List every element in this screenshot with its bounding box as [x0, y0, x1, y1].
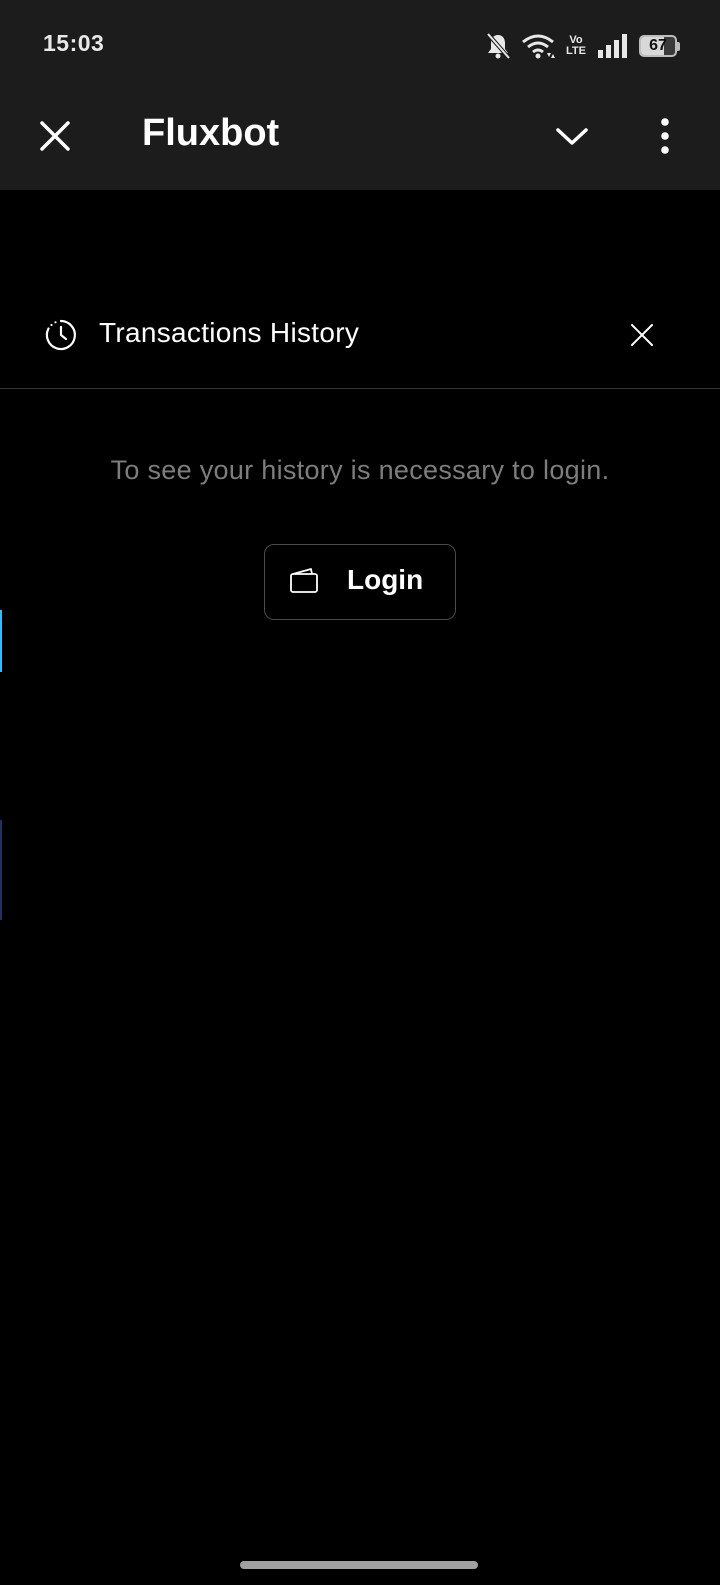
app-bar: Fluxbot: [0, 92, 720, 190]
status-icons: Vo LTE 67: [485, 28, 680, 64]
transactions-history-header: Transactions History: [0, 296, 720, 389]
login-button-label: Login: [347, 564, 424, 595]
close-icon[interactable]: [36, 117, 74, 155]
more-vertical-icon[interactable]: [655, 114, 675, 158]
battery-icon: 67: [639, 35, 677, 57]
wifi-icon: [521, 33, 555, 59]
home-indicator[interactable]: [240, 1561, 478, 1569]
panel-title: Transactions History: [99, 317, 360, 348]
signal-icon: [597, 33, 629, 59]
chevron-down-icon[interactable]: [553, 122, 591, 150]
bell-off-icon: [485, 32, 511, 60]
edge-accent: [0, 610, 2, 672]
close-icon[interactable]: [627, 320, 657, 350]
login-required-message: To see your history is necessary to logi…: [110, 455, 610, 485]
wallet-icon: [289, 566, 319, 596]
volte-icon: Vo LTE: [563, 35, 589, 57]
app-title: Fluxbot: [142, 112, 280, 154]
status-bar: 15:03 Vo LTE 67: [0, 0, 720, 92]
volte-bottom-label: LTE: [566, 45, 586, 57]
edge-accent: [0, 820, 2, 920]
history-icon: [44, 318, 78, 352]
status-time: 15:03: [43, 30, 105, 56]
battery-cap: [677, 41, 680, 51]
battery-level: 67: [649, 37, 667, 54]
login-button[interactable]: Login: [264, 544, 456, 620]
